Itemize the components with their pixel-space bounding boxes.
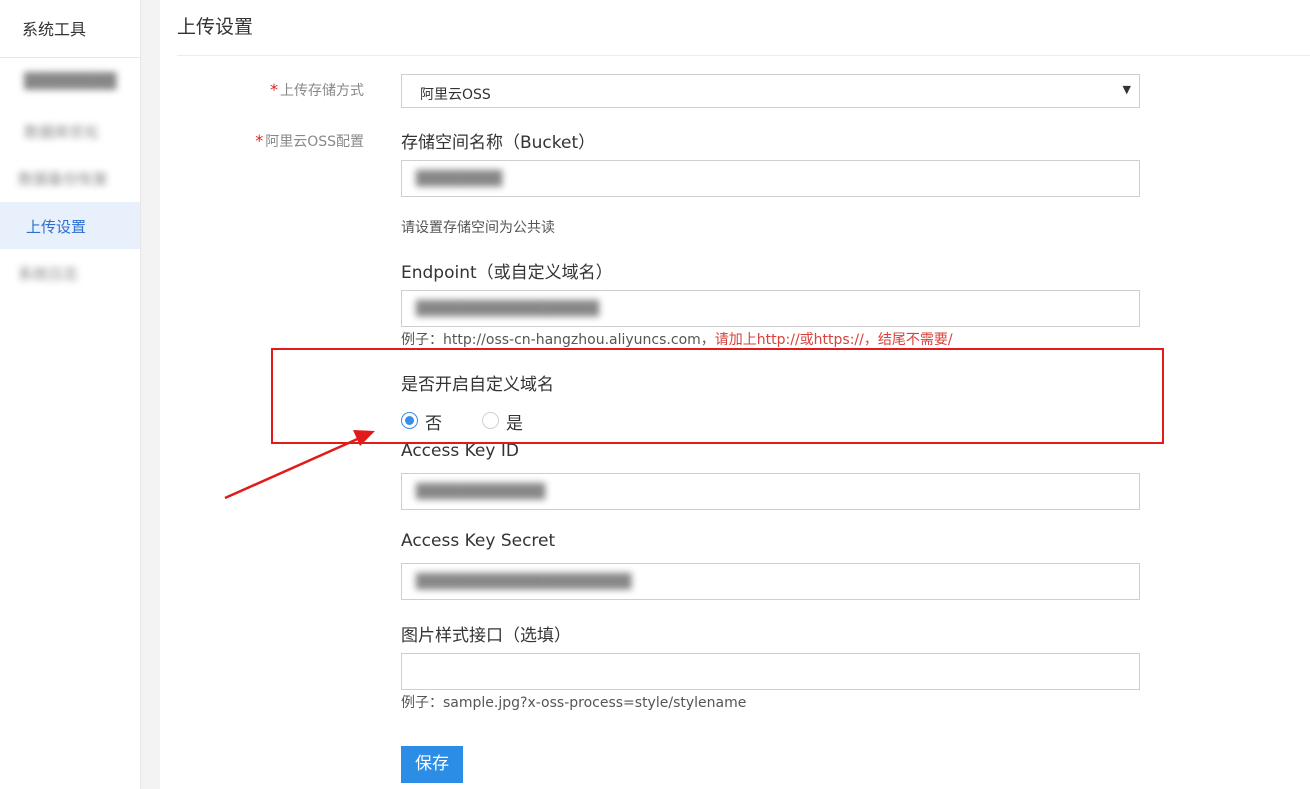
storage-method-label: * 上传存储方式 — [270, 80, 364, 99]
endpoint-hint-warning: 请加上http://或https://，结尾不需要/ — [714, 332, 953, 348]
image-style-input[interactable] — [401, 653, 1140, 690]
sidebar-item-label: 数据库优化 — [24, 123, 100, 141]
storage-method-value: 阿里云OSS — [420, 87, 491, 103]
sidebar-item-label: 上传设置 — [26, 218, 87, 236]
access-key-secret-value: ████████████████████ — [416, 574, 632, 590]
save-button[interactable]: 保存 — [401, 746, 463, 783]
required-mark: * — [255, 131, 264, 150]
bucket-title: 存储空间名称（Bucket） — [401, 133, 596, 153]
endpoint-input[interactable]: █████████████████ — [401, 290, 1140, 327]
sidebar-item-label: 数据备份恢复 — [18, 170, 109, 188]
sidebar-title: 系统工具 — [0, 0, 140, 58]
sidebar-item-label: 系统日志 — [18, 265, 79, 283]
access-key-id-value: ████████████ — [416, 484, 546, 500]
sidebar-item-1[interactable]: ████████ — [0, 58, 140, 105]
endpoint-title: Endpoint（或自定义域名） — [401, 263, 613, 283]
bucket-hint: 请设置存储空间为公共读 — [401, 220, 555, 236]
access-key-secret-title: Access Key Secret — [401, 531, 556, 551]
access-key-id-title: Access Key ID — [401, 441, 519, 461]
sidebar-item-upload-settings[interactable]: 上传设置 — [0, 202, 140, 249]
annotation-highlight-box — [271, 348, 1164, 444]
sidebar: 系统工具 ████████ 数据库优化 数据备份恢复 上传设置 系统日志 — [0, 0, 141, 789]
content-gutter — [141, 0, 160, 789]
sidebar-item-label: ████████ — [24, 72, 117, 90]
access-key-id-input[interactable]: ████████████ — [401, 473, 1140, 510]
title-divider — [177, 55, 1310, 56]
dropdown-arrow-icon: ▼ — [1122, 83, 1131, 96]
access-key-secret-input[interactable]: ████████████████████ — [401, 563, 1140, 600]
image-style-hint: 例子：sample.jpg?x-oss-process=style/stylen… — [401, 695, 747, 711]
storage-method-select[interactable]: 阿里云OSS ▼ — [401, 74, 1140, 108]
page-title: 上传设置 — [177, 16, 254, 38]
image-style-title: 图片样式接口（选填） — [401, 626, 571, 646]
endpoint-hint: 例子：http://oss-cn-hangzhou.aliyuncs.com，请… — [401, 332, 953, 348]
sidebar-item-5[interactable]: 系统日志 — [0, 249, 140, 296]
oss-config-label: * 阿里云OSS配置 — [255, 131, 364, 150]
required-mark: * — [270, 80, 278, 99]
endpoint-value: █████████████████ — [416, 301, 600, 317]
bucket-value: ████████ — [416, 171, 503, 187]
bucket-input[interactable]: ████████ — [401, 160, 1140, 197]
sidebar-item-2[interactable]: 数据库优化 — [0, 107, 140, 154]
sidebar-item-3[interactable]: 数据备份恢复 — [0, 154, 140, 201]
